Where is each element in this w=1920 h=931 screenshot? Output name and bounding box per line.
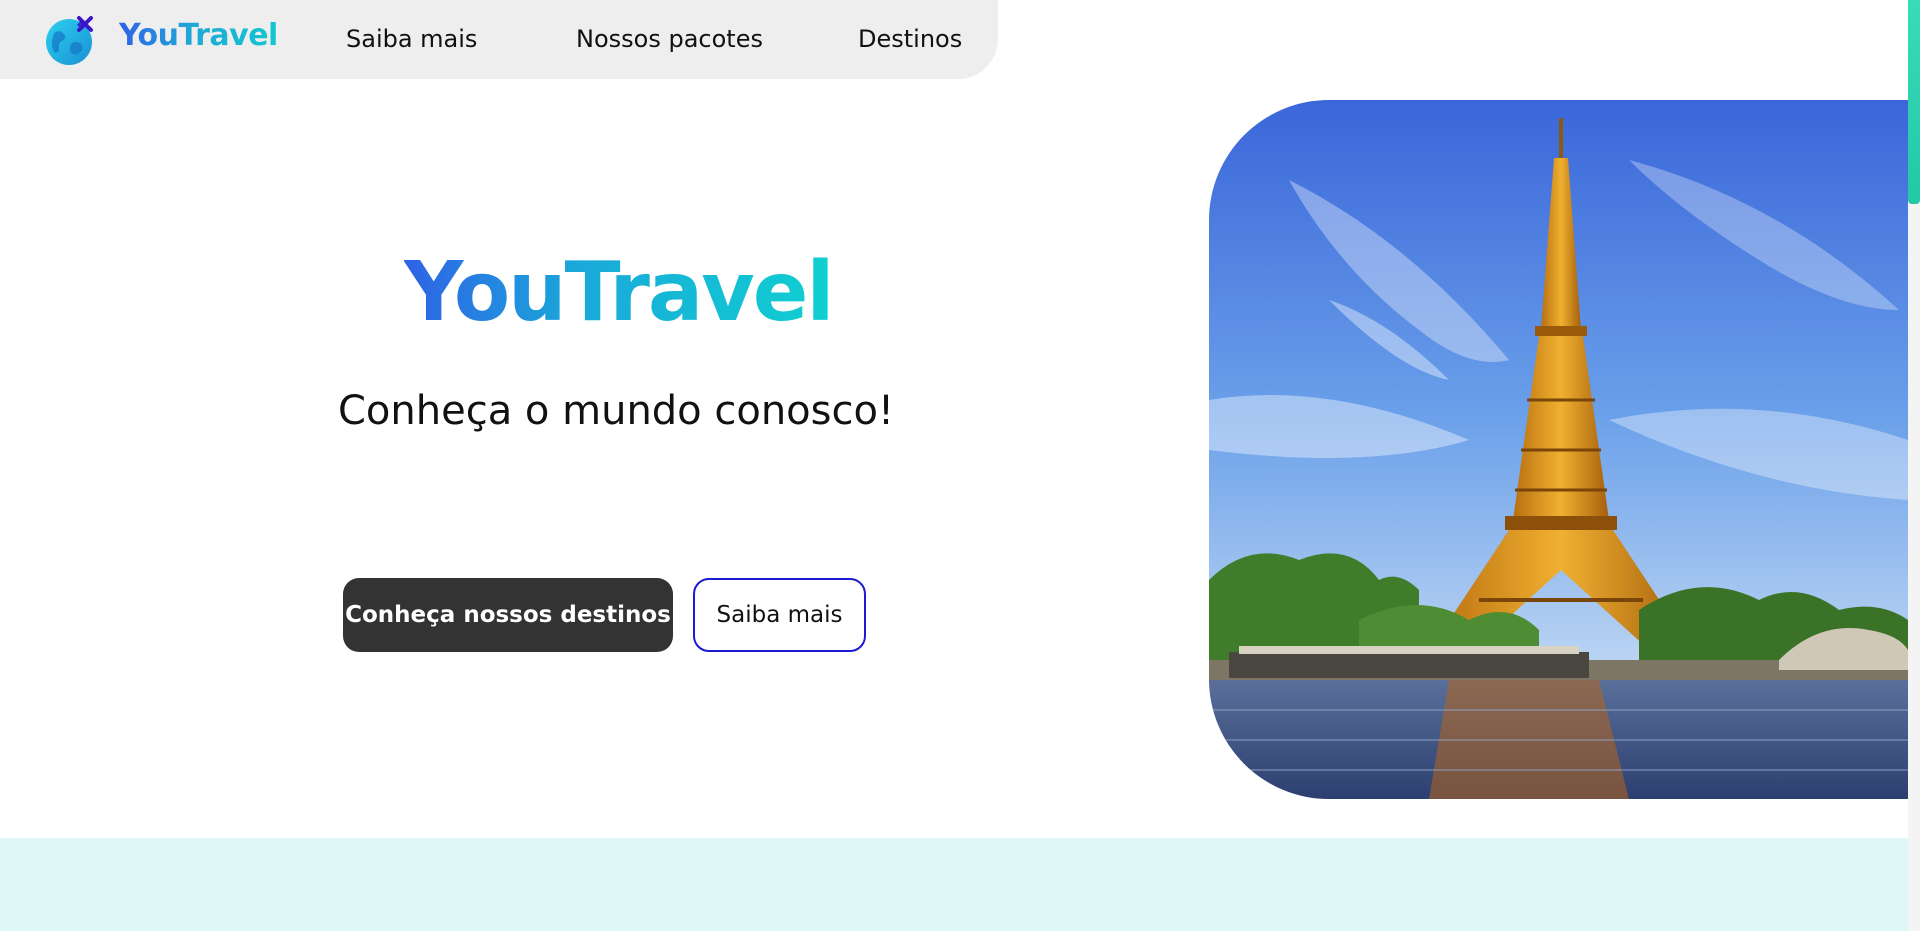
next-section-band	[0, 838, 1908, 931]
explore-destinations-button[interactable]: Conheça nossos destinos	[343, 578, 673, 652]
scrollbar-thumb[interactable]	[1908, 0, 1920, 204]
nav-link-nossos-pacotes[interactable]: Nossos pacotes	[576, 25, 763, 53]
hero-title: YouTravel	[404, 245, 834, 340]
top-navbar: YouTravel Saiba mais Nossos pacotes Dest…	[0, 0, 998, 79]
nav-link-saiba-mais[interactable]: Saiba mais	[346, 25, 477, 53]
learn-more-button[interactable]: Saiba mais	[693, 578, 866, 652]
nav-link-destinos[interactable]: Destinos	[858, 25, 962, 53]
hero-subtitle: Conheça o mundo conosco!	[338, 388, 894, 434]
page-scrollbar[interactable]	[1908, 0, 1920, 931]
eiffel-tower-image	[1209, 100, 1908, 799]
brand-logo-text[interactable]: YouTravel	[119, 18, 278, 53]
globe-airplane-icon[interactable]	[44, 13, 98, 67]
